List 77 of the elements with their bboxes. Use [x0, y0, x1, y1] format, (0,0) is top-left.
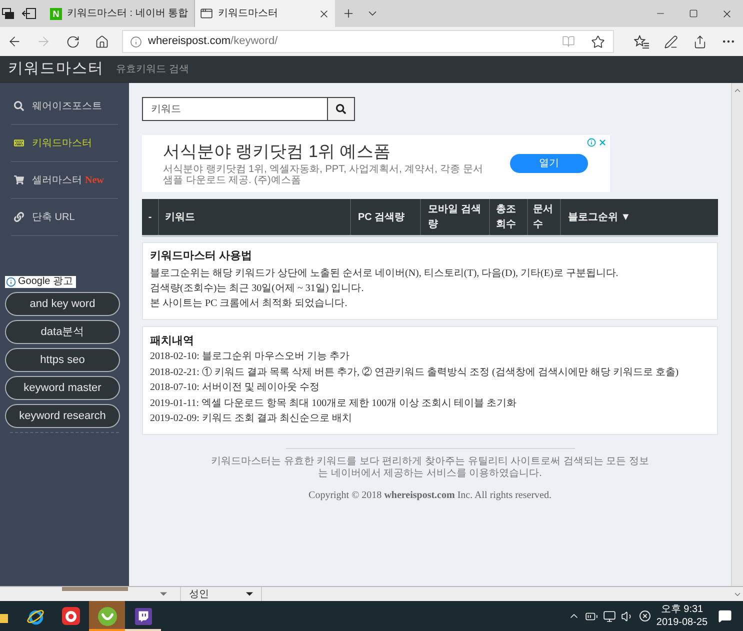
pen-icon[interactable] [664, 34, 678, 48]
search-icon [14, 101, 24, 111]
cart-icon [14, 175, 24, 185]
scroll-up-icon[interactable] [733, 86, 742, 95]
url-path: /keyword/ [230, 34, 278, 50]
ad-link-button[interactable]: https seo [5, 348, 120, 372]
sidebar-link[interactable]: 웨어이즈포스트 [11, 98, 102, 114]
info-icon [6, 277, 16, 287]
round-app-icon [98, 606, 116, 626]
notice-line: 2018-02-21: ① 키워드 결과 목록 삭제 버튼 추가, ② 연관키워드 출력방식 조정 (검색창에 검색시에만 해당 키워드로 호출) [150, 366, 679, 380]
notice-line: 2018-02-10: 블로그순위 마우스오버 기능 추가 [150, 350, 350, 364]
sidebar-link[interactable]: 단축 URL [11, 210, 75, 224]
ad-title[interactable]: 서식분야 랭키닷컴 1위 예스폼 [163, 142, 510, 162]
info-icon[interactable] [130, 36, 142, 48]
sidebar-link[interactable]: 셀러마스터 New [11, 172, 104, 188]
column-header[interactable]: 키워드 [159, 199, 351, 235]
tab-title: 키워드마스터 : 네이버 통합 [67, 7, 188, 21]
info-icon[interactable] [587, 138, 596, 147]
search-field[interactable]: 키워드 [142, 97, 328, 121]
address-field[interactable]: whereispost.com/keyword/ [122, 30, 614, 53]
tab-title: 키워드마스터 [218, 7, 278, 21]
notice-line: 본 사이트는 PC 크롬에서 최적화 되었습니다. [150, 297, 348, 311]
ad-description: 서식분야 랭키닷컴 1위, 엑셀자동화, PPT, 사업계획서, 계약서, 각종 문서샘플 다운로드 제공. (주)예스폼 [163, 164, 484, 186]
favorites-icon[interactable] [634, 34, 649, 48]
caret-icon [246, 592, 253, 596]
chat-bubble-icon [134, 608, 152, 624]
notice-title: 패치내역 [150, 334, 194, 349]
clock-date[interactable]: 2019-08-25 [656, 616, 708, 629]
share-icon[interactable] [692, 34, 706, 48]
column-header[interactable]: 모바일 검색량 [421, 199, 490, 235]
ad-link-button[interactable]: data분석 [5, 320, 120, 344]
url-host: whereispost.com [148, 34, 231, 50]
keyboard-icon [14, 138, 24, 148]
home-icon[interactable] [94, 34, 108, 48]
clock-time[interactable]: 오후 9:31 [660, 603, 704, 616]
notice-title: 키워드마스터 사용법 [150, 249, 252, 264]
target-app-icon [62, 607, 80, 625]
notice-line: 블로그순위는 해당 키워드가 상단에 노출된 순서로 네이버(N), 티스토리(T), 다음(D), 기타(E)로 구분됩니다. [150, 267, 618, 281]
column-header[interactable]: 블로그순위 ▼ [561, 199, 718, 235]
ad-choices-link[interactable]: Google 광고 [5, 276, 76, 288]
link-icon [14, 212, 24, 222]
sidebar-link[interactable]: 키워드마스터 [11, 136, 92, 150]
network-icon[interactable] [603, 610, 616, 622]
star-icon[interactable] [591, 34, 605, 48]
column-header[interactable]: PC 검색량 [351, 199, 421, 235]
window-icon [200, 7, 213, 20]
ad-link-button[interactable]: and key word [5, 292, 120, 316]
notice-line: 검색량(조회수)는 최근 30일(어제 ~ 31일) 입니다. [150, 282, 364, 296]
back-icon[interactable] [7, 34, 22, 49]
ad-link-button[interactable]: keyword research [5, 404, 120, 428]
notice-line: 2019-02-09: 키워드 조회 결과 최신순으로 배치 [150, 412, 352, 426]
column-header[interactable]: 총조회수 [490, 199, 528, 235]
site-title[interactable]: 키워드마스터 [8, 58, 104, 81]
column-header[interactable]: 문서수 [528, 199, 561, 235]
ad-banner[interactable]: 서식분야 랭키닷컴 1위 예스폼 서식분야 랭키닷컴 1위, 엑셀자동화, PPT, 사업계획서, 계약서, 각종 문서샘플 다운로드 제공. (주)예스폼 열기 [142, 135, 610, 192]
notification-icon[interactable] [718, 609, 732, 623]
search-button[interactable] [328, 97, 355, 121]
footer-text: 키워드마스터는 유효한 키워드를 보다 편리하게 찾아주는 유틸리티 사이트로써 검색되는 모든 정보는 네이버에서 제공하는 서비스를 이용하였습니다. [210, 456, 650, 480]
photo-placeholder [62, 587, 128, 591]
maximize-icon[interactable] [689, 9, 698, 18]
close-icon[interactable] [318, 8, 330, 20]
browser-tab[interactable]: 키워드마스터 [195, 0, 335, 27]
search-icon [336, 104, 346, 114]
notice-line: 2018-07-10: 서버이전 및 레이아웃 수정 [150, 381, 320, 395]
notice-line: 2019-01-11: 엑셀 다운로드 항목 최대 100개로 제한 100개 이상 조회시 테이블 초기화 [150, 396, 517, 410]
site-subtitle: 유효키워드 검색 [116, 63, 189, 77]
tab-aside-icon[interactable] [22, 8, 36, 19]
new-label: New [85, 174, 104, 188]
new-tab-icon[interactable] [342, 7, 354, 20]
copyright-text: Copyright © 2018 whereispost.com Inc. All rights reserved. [308, 488, 552, 502]
column-header[interactable]: - [142, 199, 159, 235]
tab-stack-icon[interactable] [2, 8, 14, 19]
ad-link-button[interactable]: keyword master [5, 376, 120, 400]
caret-icon [160, 592, 167, 596]
favicon: N [50, 8, 62, 20]
refresh-icon[interactable] [66, 34, 80, 48]
close-circle-icon[interactable] [639, 610, 651, 622]
